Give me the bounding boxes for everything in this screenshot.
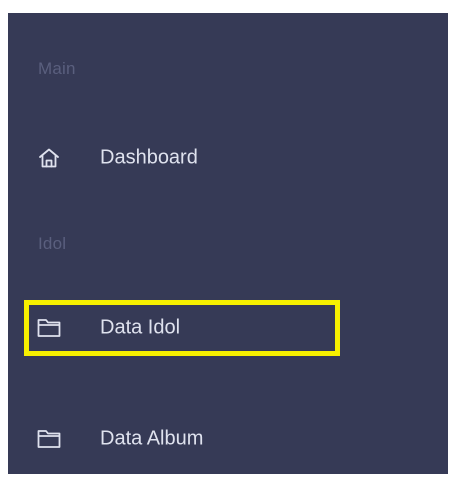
sidebar-item-data-album[interactable]: Data Album <box>24 411 340 467</box>
sidebar-item-data-idol[interactable]: Data Idol <box>24 300 340 356</box>
sidebar-item-dashboard[interactable]: Dashboard <box>24 130 340 186</box>
sidebar-item-label: Data Album <box>100 427 204 450</box>
home-icon <box>37 147 61 169</box>
sidebar-item-label: Dashboard <box>100 146 198 169</box>
folder-icon <box>37 317 61 339</box>
sidebar-item-label: Data Idol <box>100 316 181 339</box>
section-title-idol: Idol <box>38 234 67 253</box>
sidebar: Main Dashboard Idol Data Idol Data Album <box>8 13 448 474</box>
section-title-main: Main <box>38 59 76 78</box>
folder-icon <box>37 428 61 450</box>
